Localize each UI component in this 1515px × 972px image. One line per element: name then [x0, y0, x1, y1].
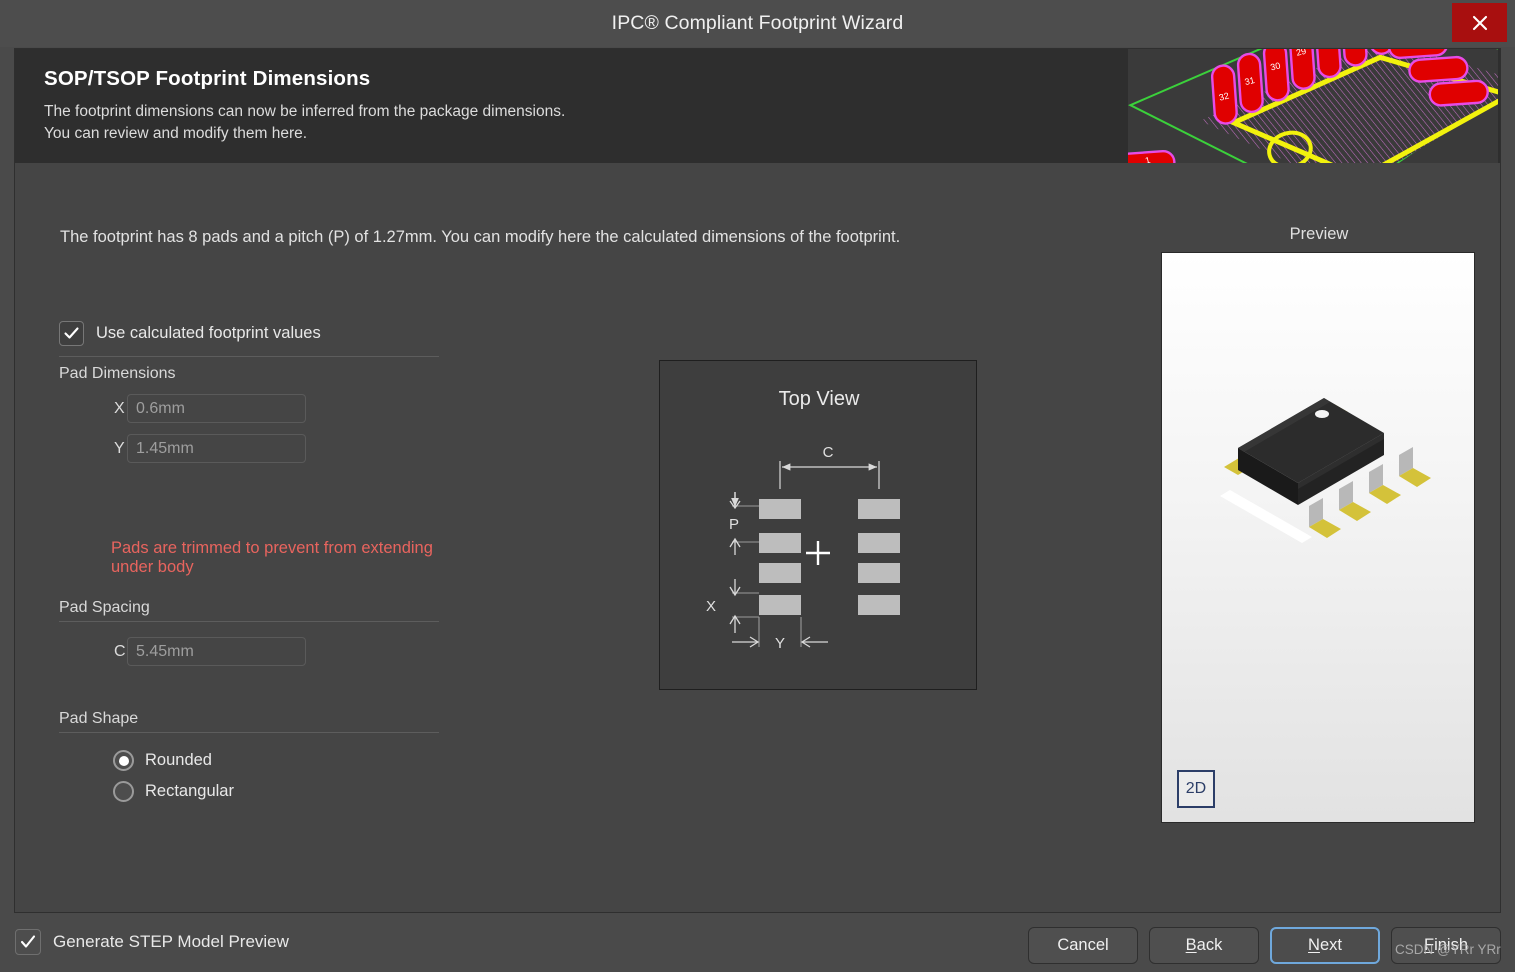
window-title: IPC® Compliant Footprint Wizard	[0, 0, 1515, 47]
page-subtitle-line1: The footprint dimensions can now be infe…	[44, 103, 565, 121]
generate-step-checkbox[interactable]	[15, 929, 41, 955]
cancel-button[interactable]: Cancel	[1028, 927, 1138, 964]
diagram-label-c: C	[823, 444, 834, 461]
pad-dimension-y-input[interactable]	[127, 434, 306, 463]
use-calculated-row[interactable]: Use calculated footprint values	[59, 318, 459, 348]
divider-pad-spacing	[59, 621, 439, 622]
wizard-header: SOP/TSOP Footprint Dimensions The footpr…	[15, 49, 1500, 163]
pad-dimension-x-input[interactable]	[127, 394, 306, 423]
wizard-button-row: Cancel Back Next Finish	[1028, 927, 1501, 964]
generate-step-row[interactable]: Generate STEP Model Preview	[15, 929, 289, 955]
pad-dimensions-group-label: Pad Dimensions	[59, 365, 459, 383]
use-calculated-label: Use calculated footprint values	[96, 324, 321, 343]
page-title: SOP/TSOP Footprint Dimensions	[44, 67, 370, 91]
diagram-label-x: X	[706, 598, 716, 615]
top-view-diagram: Top View	[659, 360, 977, 690]
radio-rectangular[interactable]	[113, 781, 134, 802]
pad-dimension-y-label: Y	[59, 440, 127, 458]
divider-pad-shape	[59, 732, 439, 733]
view-toggle-2d-button[interactable]: 2D	[1177, 770, 1215, 808]
check-icon	[63, 325, 80, 342]
preview-label: Preview	[1161, 225, 1477, 244]
pad-spacing-group-label: Pad Spacing	[59, 599, 459, 617]
check-icon	[19, 933, 37, 951]
pad-dimension-y-row: Y	[59, 434, 459, 463]
pcb-footprint-artwork: 32 31 30	[1128, 49, 1498, 163]
title-bar: IPC® Compliant Footprint Wizard	[0, 0, 1515, 47]
package-3d-model	[1162, 253, 1474, 822]
pad-shape-option-rounded[interactable]: Rounded	[113, 750, 459, 771]
next-button-label: Next	[1308, 936, 1342, 955]
pad-shape-group-label: Pad Shape	[59, 710, 459, 728]
cancel-button-label: Cancel	[1057, 936, 1108, 955]
footer-bar: Generate STEP Model Preview Cancel Back …	[0, 913, 1515, 972]
pad-shape-rectangular-label: Rectangular	[145, 782, 234, 801]
pad-shape-rounded-label: Rounded	[145, 751, 212, 770]
pad-spacing-c-row: C	[59, 637, 459, 666]
form-column: Use calculated footprint values Pad Dime…	[59, 318, 459, 802]
finish-button[interactable]: Finish	[1391, 927, 1501, 964]
divider-use-calculated	[59, 356, 439, 357]
finish-button-label: Finish	[1424, 936, 1468, 955]
next-button[interactable]: Next	[1270, 927, 1380, 964]
pad-dimension-x-label: X	[59, 400, 127, 418]
back-button-label: Back	[1186, 936, 1223, 955]
page-subtitle-line2: You can review and modify them here.	[44, 125, 307, 143]
close-button[interactable]	[1452, 3, 1507, 42]
top-view-diagram-svg: C P	[660, 361, 976, 689]
pad-spacing-c-label: C	[59, 643, 127, 661]
diagram-label-y: Y	[775, 635, 785, 652]
pad-spacing-c-input[interactable]	[127, 637, 306, 666]
diagram-label-p: P	[729, 516, 739, 533]
wizard-body: The footprint has 8 pads and a pitch (P)…	[15, 163, 1500, 912]
radio-rounded-dot	[119, 756, 129, 766]
generate-step-label: Generate STEP Model Preview	[53, 932, 289, 952]
content-panel: SOP/TSOP Footprint Dimensions The footpr…	[14, 48, 1501, 913]
back-button[interactable]: Back	[1149, 927, 1259, 964]
close-icon	[1470, 13, 1490, 33]
radio-rounded[interactable]	[113, 750, 134, 771]
pad-trim-warning: Pads are trimmed to prevent from extendi…	[111, 539, 459, 577]
pad-dimension-x-row: X	[59, 394, 459, 423]
use-calculated-checkbox[interactable]	[59, 321, 84, 346]
ipc-footprint-wizard-window: IPC® Compliant Footprint Wizard SOP/TSOP…	[0, 0, 1515, 972]
pad-shape-option-rectangular[interactable]: Rectangular	[113, 781, 459, 802]
intro-text: The footprint has 8 pads and a pitch (P)…	[60, 228, 900, 247]
preview-panel[interactable]: 2D	[1161, 252, 1475, 823]
